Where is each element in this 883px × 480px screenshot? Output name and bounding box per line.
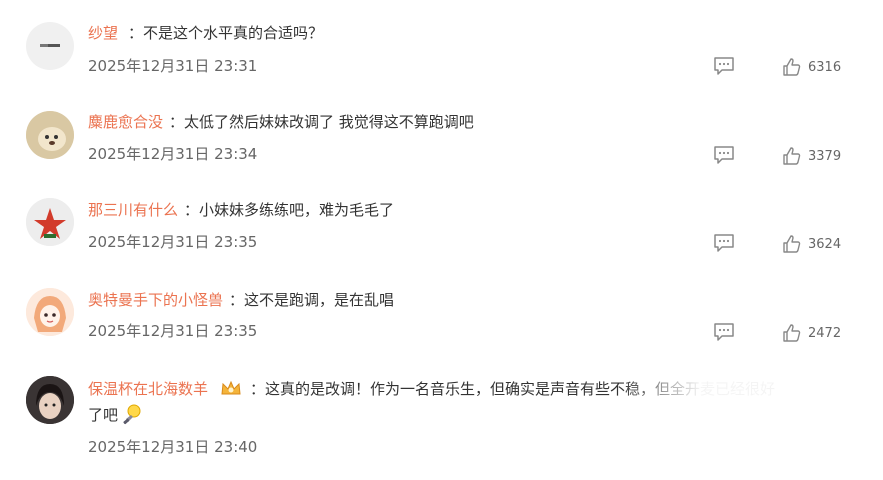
username-link[interactable]: 纱望	[88, 24, 118, 42]
username-link[interactable]: 保温杯在北海数羊	[88, 380, 208, 398]
avatar[interactable]	[26, 376, 74, 424]
comment-text: ：不是这个水平真的合适吗？	[128, 24, 324, 42]
comment-text: ：小妹妹多练练吧，难为毛毛了	[184, 201, 395, 219]
comment-icon[interactable]	[713, 322, 735, 342]
like-button[interactable]: 6316	[782, 56, 841, 78]
comment-text: ：太低了然后妹妹改调了 我觉得这不算跑调吧	[169, 113, 474, 131]
comment-icon[interactable]	[713, 233, 735, 253]
comment-icon[interactable]	[713, 145, 735, 165]
timestamp: 2025年12月31日 23:40	[88, 438, 258, 456]
username-link[interactable]: 奥特曼手下的小怪兽	[88, 291, 223, 309]
crown-badge-icon	[221, 380, 241, 395]
comment-line: 奥特曼手下的小怪兽 ：这不是跑调，是在乱唱	[88, 289, 394, 311]
like-button[interactable]: 2472	[782, 322, 841, 344]
timestamp: 2025年12月31日 23:35	[88, 233, 258, 251]
avatar[interactable]	[26, 111, 74, 159]
thumbs-up-icon	[783, 58, 801, 76]
thumbs-up-icon	[783, 147, 801, 165]
like-count: 6316	[808, 59, 842, 75]
avatar[interactable]	[26, 22, 74, 70]
comment-line: 纱望 ：不是这个水平真的合适吗？	[88, 22, 323, 44]
timestamp: 2025年12月31日 23:34	[88, 145, 258, 163]
comment-icon[interactable]	[713, 56, 735, 76]
like-count: 3624	[808, 236, 842, 252]
avatar[interactable]	[26, 288, 74, 336]
comment-text-continued: 了吧	[88, 403, 144, 426]
timestamp: 2025年12月31日 23:31	[88, 57, 258, 75]
comment-line: 麋鹿愈合没 ：太低了然后妹妹改调了 我觉得这不算跑调吧	[88, 111, 474, 133]
thumbs-up-icon	[783, 324, 801, 342]
comment-text-line2: 了吧	[88, 406, 119, 424]
username-link[interactable]: 麋鹿愈合没	[88, 113, 163, 131]
avatar[interactable]	[26, 198, 74, 246]
username-link[interactable]: 那三川有什么	[88, 201, 178, 219]
like-button[interactable]: 3624	[782, 233, 841, 255]
timestamp: 2025年12月31日 23:35	[88, 322, 258, 340]
like-count: 2472	[808, 325, 842, 341]
lightbulb-emoji-icon	[123, 404, 141, 425]
comment-line: 那三川有什么 ：小妹妹多练练吧，难为毛毛了	[88, 199, 394, 221]
text-fade-overlay	[620, 372, 850, 402]
comment-text: ：这不是跑调，是在乱唱	[229, 291, 395, 309]
like-button[interactable]: 3379	[782, 145, 841, 167]
thumbs-up-icon	[783, 235, 801, 253]
like-count: 3379	[808, 148, 842, 164]
